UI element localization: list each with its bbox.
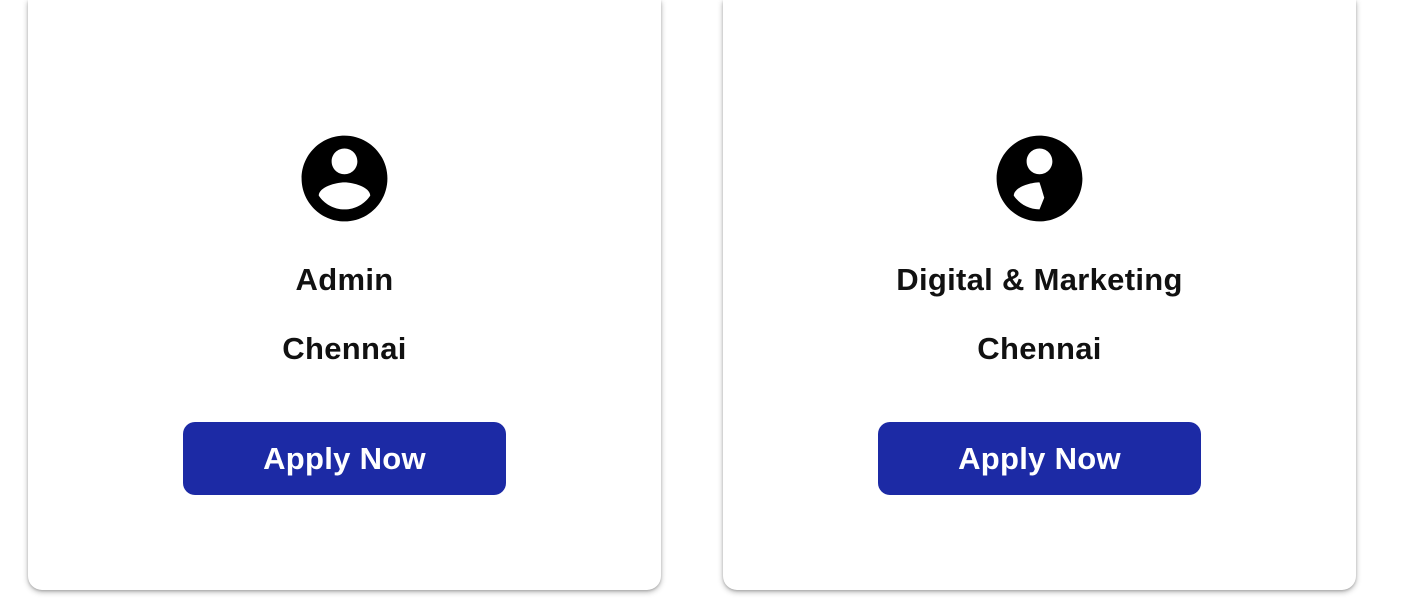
job-location: Chennai — [282, 331, 407, 366]
job-location: Chennai — [977, 331, 1102, 366]
account-circle-icon — [996, 135, 1083, 222]
job-card-admin: Admin Chennai Apply Now — [28, 0, 661, 590]
job-title: Admin — [295, 262, 394, 297]
job-card-digital-marketing: Digital & Marketing Chennai Apply Now — [723, 0, 1356, 590]
apply-now-button[interactable]: Apply Now — [878, 422, 1201, 495]
apply-now-button[interactable]: Apply Now — [183, 422, 506, 495]
job-cards-list: Admin Chennai Apply Now Digital & Market… — [0, 0, 1401, 601]
account-circle-icon — [301, 135, 388, 222]
job-title: Digital & Marketing — [896, 262, 1183, 297]
